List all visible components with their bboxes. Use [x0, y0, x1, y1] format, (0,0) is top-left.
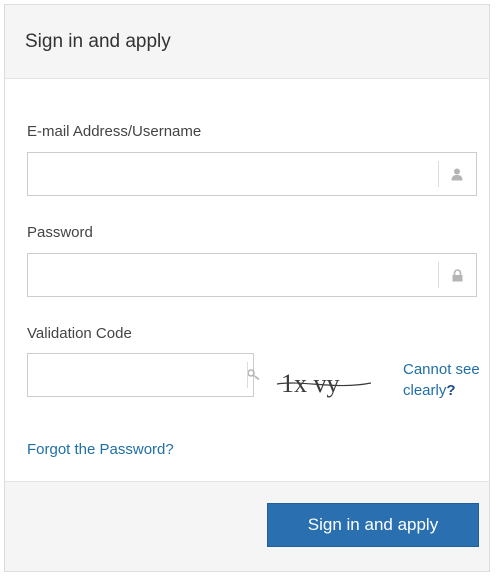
captcha-image: 1x vy — [276, 369, 372, 398]
sign-in-panel: Sign in and apply E-mail Address/Usernam… — [4, 4, 490, 572]
key-icon — [247, 354, 261, 396]
password-label: Password — [27, 224, 93, 241]
panel-header: Sign in and apply — [5, 5, 489, 79]
forgot-password-link[interactable]: Forgot the Password? — [27, 441, 174, 458]
username-input[interactable] — [28, 153, 438, 195]
user-icon — [438, 153, 476, 195]
panel-footer: Sign in and apply — [5, 481, 489, 571]
panel-title: Sign in and apply — [25, 30, 171, 52]
username-field-wrapper — [27, 152, 477, 196]
validation-code-label: Validation Code — [27, 325, 132, 342]
username-label: E-mail Address/Username — [27, 123, 202, 140]
cannot-see-clearly-text: Cannot see clearly — [403, 361, 480, 399]
password-input[interactable] — [28, 254, 438, 296]
question-mark: ? — [446, 382, 456, 399]
lock-icon — [438, 254, 476, 296]
cannot-see-clearly-link[interactable]: Cannot see clearly? — [403, 359, 483, 401]
validation-field-wrapper — [27, 353, 260, 397]
password-field-wrapper — [27, 253, 477, 297]
sign-in-and-apply-button[interactable]: Sign in and apply — [267, 503, 479, 547]
validation-code-input[interactable] — [28, 354, 247, 396]
